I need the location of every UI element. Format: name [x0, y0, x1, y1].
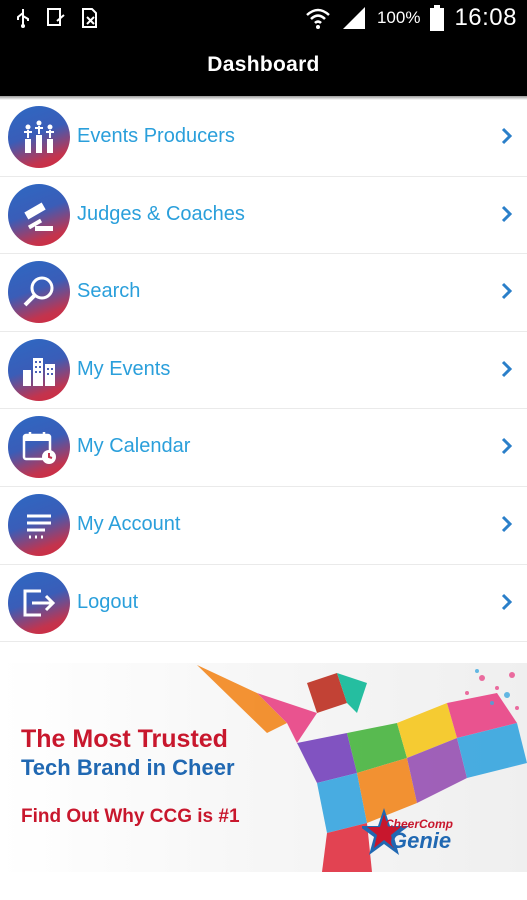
menu-item-search[interactable]: Search — [0, 254, 527, 332]
chevron-right-icon — [501, 438, 513, 455]
wifi-icon — [306, 8, 330, 29]
battery-percent: 100% — [376, 8, 421, 27]
menu-item-logout[interactable]: Logout — [0, 565, 527, 643]
promo-banner[interactable]: The Most Trusted Tech Brand in Cheer Fin… — [0, 663, 527, 872]
menu-item-label: My Account — [77, 512, 181, 535]
chevron-right-icon — [501, 205, 513, 222]
calendar-icon — [8, 416, 70, 479]
page-title: Dashboard — [207, 53, 320, 76]
event-producers-icon — [8, 106, 70, 168]
status-left-icons — [14, 7, 100, 29]
buildings-icon — [8, 338, 70, 401]
battery-icon — [430, 5, 445, 31]
menu-item-label: Events Producers — [77, 125, 235, 147]
menu-item-label: Judges & Coaches — [77, 202, 245, 225]
status-right-icons: 100% 16:08 — [305, 4, 517, 32]
dashboard-menu: Events Producers Judges & Coaches Search… — [0, 99, 527, 643]
chevron-right-icon — [501, 593, 513, 610]
gavel-icon — [8, 183, 70, 246]
magnifier-icon — [8, 261, 70, 324]
chevron-right-icon — [501, 283, 513, 300]
chevron-right-icon — [501, 515, 513, 533]
banner-subheadline: Tech Brand in Cheer — [21, 755, 235, 780]
menu-item-my-calendar[interactable]: My Calendar — [0, 409, 527, 487]
menu-item-judges-coaches[interactable]: Judges & Coaches — [0, 177, 527, 255]
chevron-right-icon — [501, 360, 513, 377]
menu-item-label: Logout — [77, 590, 139, 613]
logout-icon — [8, 571, 70, 634]
menu-item-label: Search — [77, 280, 141, 303]
menu-item-label: My Events — [77, 357, 171, 380]
status-bar: 100% 16:08 — [0, 0, 527, 38]
chevron-right-icon — [501, 127, 513, 145]
menu-item-my-events[interactable]: My Events — [0, 332, 527, 410]
banner-headline: The Most Trusted — [21, 725, 228, 753]
signal-icon — [342, 7, 365, 29]
sim-icon — [82, 8, 97, 28]
usb-icon — [17, 9, 29, 28]
logo-text-bottom: Genie — [390, 828, 452, 853]
clock: 16:08 — [454, 4, 517, 31]
account-lines-icon — [8, 493, 70, 556]
app-bar: Dashboard — [0, 38, 527, 96]
device-icon — [47, 8, 65, 26]
menu-item-events-producers[interactable]: Events Producers — [0, 99, 527, 177]
menu-item-label: My Calendar — [77, 435, 191, 458]
banner-cta: Find Out Why CCG is #1 — [21, 806, 240, 827]
menu-item-my-account[interactable]: My Account — [0, 487, 527, 565]
